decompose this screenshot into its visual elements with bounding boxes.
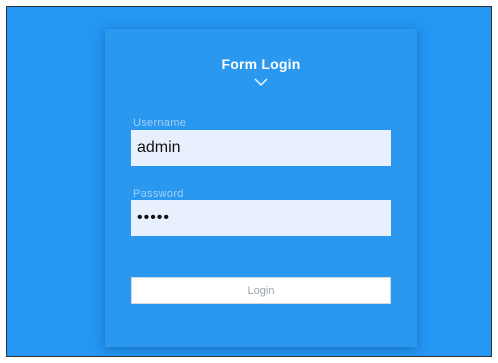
password-label: Password xyxy=(133,188,184,200)
login-card: Form Login Username Password Login xyxy=(105,29,417,347)
login-button[interactable]: Login xyxy=(131,277,391,304)
password-input[interactable] xyxy=(131,200,391,236)
username-input[interactable] xyxy=(131,130,391,166)
form-title: Form Login xyxy=(221,56,301,72)
chevron-down-icon xyxy=(254,78,268,86)
username-label: Username xyxy=(133,117,187,129)
page-background: Form Login Username Password Login xyxy=(6,6,492,357)
